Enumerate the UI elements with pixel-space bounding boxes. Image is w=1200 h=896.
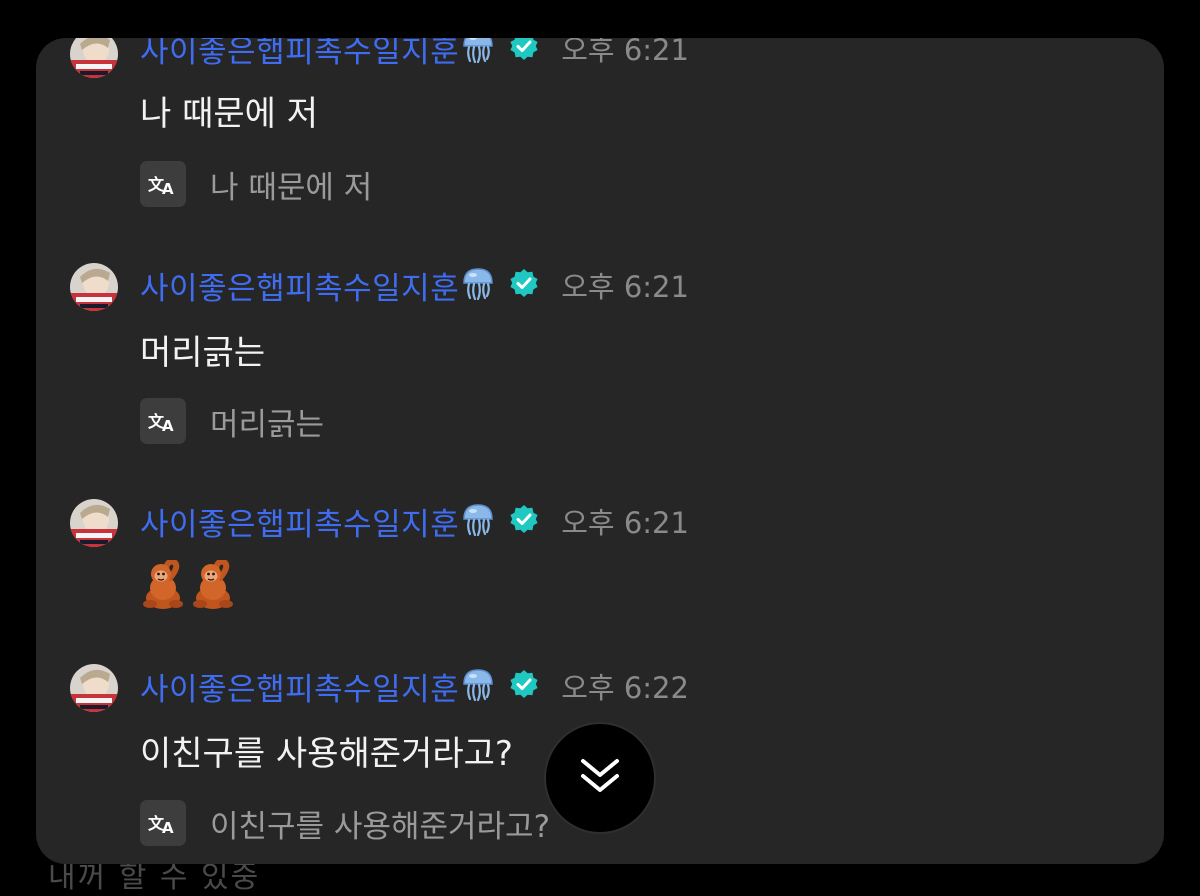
username[interactable]: 사이좋은햅피촉수일지훈 — [140, 499, 459, 544]
jellyfish-icon — [461, 266, 495, 304]
username[interactable]: 사이좋은햅피촉수일지훈 — [140, 263, 459, 308]
translation-row: 文A 이친구를 사용해준거라고? — [140, 800, 550, 846]
jellyfish-icon — [461, 502, 495, 540]
message-text[interactable]: 머리긁는 — [140, 325, 265, 374]
translation-row: 文A 나 때문에 저 — [140, 161, 372, 207]
message-text[interactable]: 나 때문에 저 — [140, 86, 318, 135]
username[interactable]: 사이좋은햅피촉수일지훈 — [140, 38, 459, 71]
svg-text:A: A — [162, 180, 174, 196]
message-header: 사이좋은햅피촉수일지훈 오후 6:21 — [140, 263, 689, 307]
username[interactable]: 사이좋은햅피촉수일지훈 — [140, 664, 459, 709]
emoji-message[interactable] — [140, 558, 236, 614]
message-header: 사이좋은햅피촉수일지훈 오후 6:21 — [140, 499, 689, 543]
translation-text: 머리긁는 — [210, 406, 325, 443]
svg-text:A: A — [162, 417, 174, 433]
message-timestamp: 오후 6:22 — [561, 671, 689, 705]
user-avatar[interactable] — [70, 664, 118, 712]
orangutan-emoji-icon — [140, 558, 186, 614]
user-avatar[interactable] — [70, 499, 118, 547]
jellyfish-icon — [461, 667, 495, 705]
jellyfish-icon — [461, 38, 495, 67]
translate-icon[interactable]: 文A — [140, 161, 186, 207]
translate-icon[interactable]: 文A — [140, 398, 186, 444]
verified-badge-icon — [509, 504, 539, 538]
scroll-to-bottom-button[interactable] — [544, 722, 656, 834]
verified-badge-icon — [509, 38, 539, 65]
translation-row: 文A 머리긁는 — [140, 398, 324, 444]
message-timestamp: 오후 6:21 — [561, 506, 689, 540]
message-header: 사이좋은햅피촉수일지훈 오후 6:21 — [140, 38, 689, 70]
orangutan-emoji-icon — [190, 558, 236, 614]
verified-badge-icon — [509, 669, 539, 703]
translation-text: 이친구를 사용해준거라고? — [210, 808, 551, 845]
message-timestamp: 오후 6:21 — [561, 38, 689, 67]
svg-text:A: A — [162, 819, 174, 835]
translate-icon[interactable]: 文A — [140, 800, 186, 846]
verified-badge-icon — [509, 268, 539, 302]
message-text[interactable]: 이친구를 사용해준거라고? — [140, 726, 513, 775]
user-avatar[interactable] — [70, 263, 118, 311]
double-chevron-down-icon — [578, 756, 622, 800]
user-avatar[interactable] — [70, 38, 118, 78]
translation-text: 나 때문에 저 — [210, 169, 373, 206]
message-header: 사이좋은햅피촉수일지훈 오후 6:22 — [140, 664, 689, 708]
message-timestamp: 오후 6:21 — [561, 270, 689, 304]
